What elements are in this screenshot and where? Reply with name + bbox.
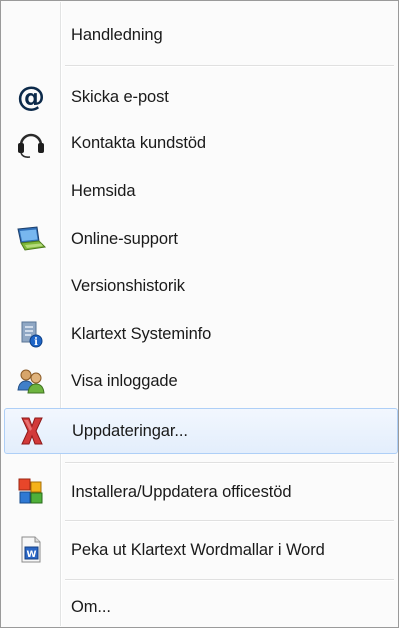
menu-item-uppdateringar[interactable]: Uppdateringar... (4, 408, 398, 454)
menu-item-om[interactable]: Om... (4, 586, 394, 628)
menu-item-kontakta-kundstod[interactable]: Kontakta kundstöd (4, 123, 394, 163)
menu-item-hemsida[interactable]: Hemsida (4, 171, 394, 211)
menu-item-installera-officestod[interactable]: Installera/Uppdatera officestöd (4, 471, 394, 513)
menu-item-klartext-systeminfo[interactable]: i Klartext Systeminfo (4, 314, 394, 354)
menu-separator-highlight (65, 521, 394, 522)
menu-item-handledning[interactable]: Handledning (4, 15, 394, 55)
menu-item-label: Installera/Uppdatera officestöd (71, 482, 292, 501)
menu-item-label: Online-support (71, 229, 178, 248)
word-document-icon: W (14, 533, 48, 567)
menu-item-label: Uppdateringar... (72, 421, 188, 440)
menu-item-skicka-e-post[interactable]: @ Skicka e-post (4, 77, 394, 117)
menu-item-label: Skicka e-post (71, 87, 169, 106)
document-info-icon: i (14, 317, 48, 351)
menu-item-label: Versionshistorik (71, 276, 185, 295)
office-icon (14, 475, 48, 509)
menu-item-label: Handledning (71, 25, 163, 44)
menu-item-label: Om... (71, 597, 111, 616)
menu-separator-highlight (65, 580, 394, 581)
red-x-icon (15, 414, 49, 448)
at-sign-icon: @ (14, 80, 48, 114)
laptop-icon (14, 222, 48, 256)
svg-text:W: W (27, 550, 37, 560)
menu-separator-highlight (65, 463, 394, 464)
menu-item-label: Peka ut Klartext Wordmallar i Word (71, 540, 325, 559)
headset-icon (14, 126, 48, 160)
menu-item-label: Hemsida (71, 181, 136, 200)
menu-item-versionshistorik[interactable]: Versionshistorik (4, 266, 394, 306)
menu-item-online-support[interactable]: Online-support (4, 219, 394, 259)
menu-separator-highlight (65, 66, 394, 67)
menu-item-peka-ut-wordmallar[interactable]: W Peka ut Klartext Wordmallar i Word (4, 529, 394, 571)
svg-text:@: @ (17, 82, 45, 112)
menu-item-visa-inloggade[interactable]: Visa inloggade (4, 361, 394, 401)
users-icon (14, 364, 48, 398)
menu-item-label: Kontakta kundstöd (71, 133, 206, 152)
svg-text:i: i (34, 337, 38, 348)
menu-item-label: Klartext Systeminfo (71, 324, 212, 343)
menu-item-label: Visa inloggade (71, 371, 178, 390)
context-menu: Handledning @ Skicka e-post Kontakta kun… (0, 0, 399, 628)
